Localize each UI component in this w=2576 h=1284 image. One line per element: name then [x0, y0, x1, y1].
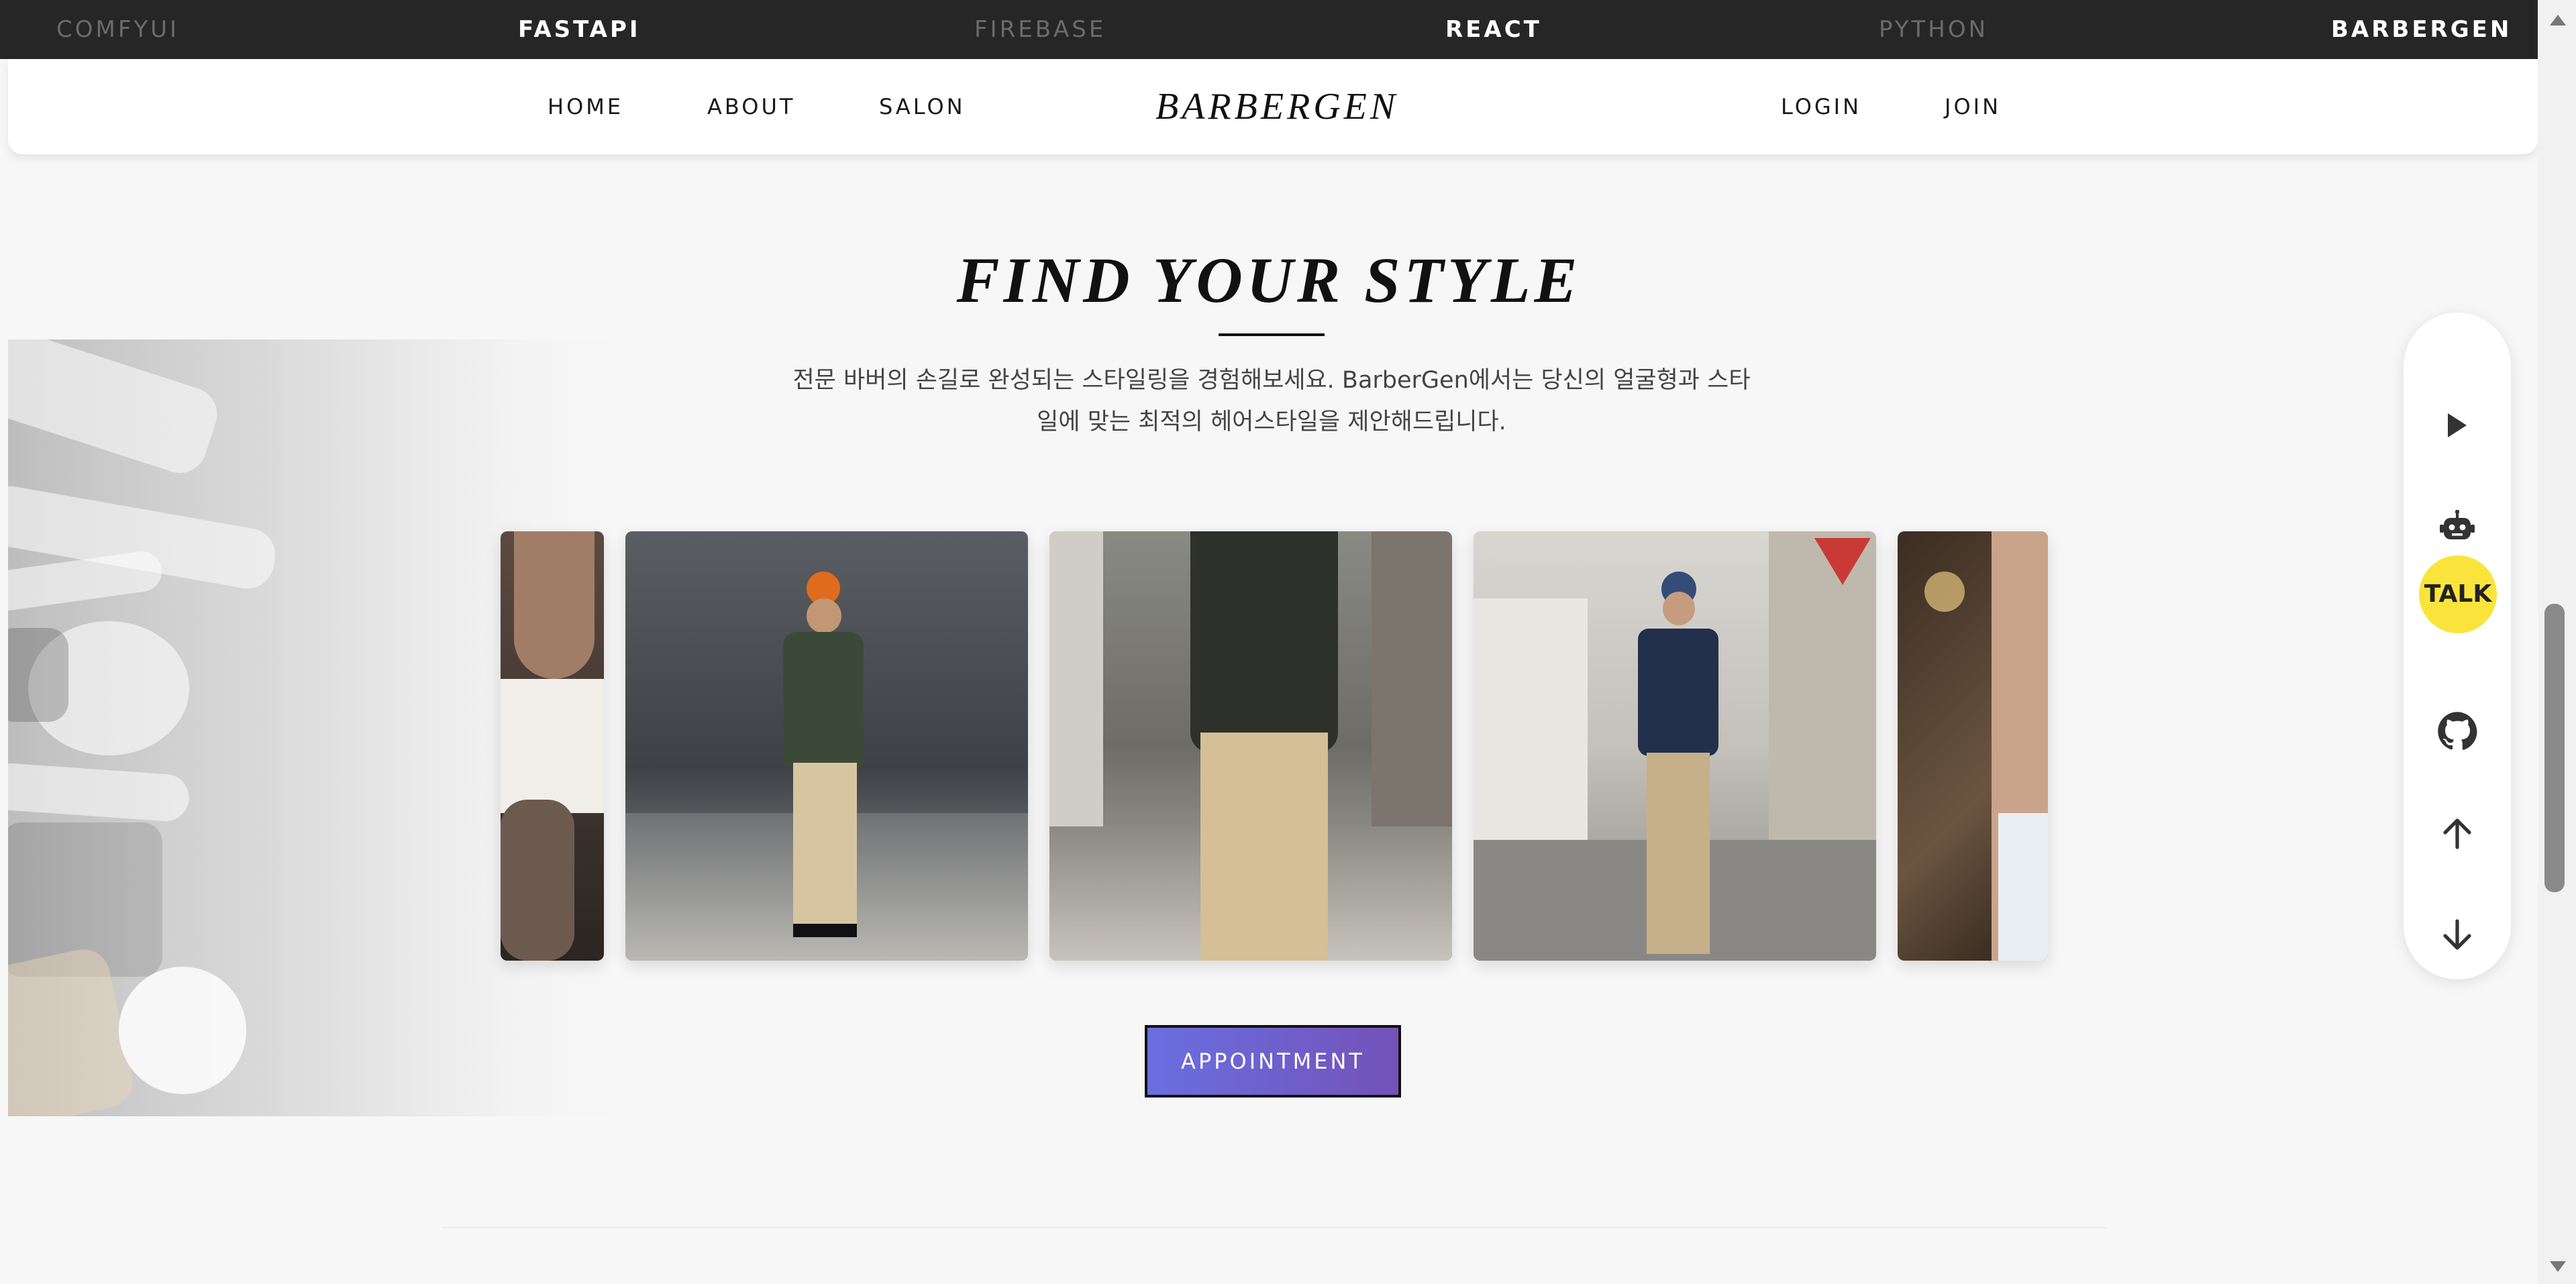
scroll-top-button[interactable] [2424, 800, 2491, 867]
github-icon [2438, 712, 2477, 750]
ticker-item-comfyui: COMFYUI [56, 16, 180, 43]
style-photo-1[interactable] [501, 531, 604, 961]
hero-description-line-2: 일에 맞는 최적의 헤어스타일을 제안해드립니다. [1037, 409, 1506, 435]
page-scrollbar[interactable] [2538, 0, 2576, 1284]
scroll-up-arrow-icon[interactable] [2550, 15, 2566, 25]
nav-home-link[interactable]: HOME [548, 59, 623, 154]
nav-salon-link[interactable]: SALON [879, 59, 966, 154]
github-button[interactable] [2424, 698, 2491, 765]
ticker-item-barbergen: BARBERGEN [2331, 16, 2512, 43]
robot-button[interactable] [2424, 494, 2491, 561]
nav-about-link[interactable]: ABOUT [707, 59, 795, 154]
ticker-item-firebase: FIREBASE [974, 16, 1106, 43]
robot-icon [2440, 510, 2475, 539]
ticker-item-python: PYTHON [1879, 16, 1989, 43]
section-divider [443, 1227, 2107, 1228]
kakao-talk-button[interactable]: TALK [2419, 555, 2497, 633]
style-photo-3[interactable] [1049, 531, 1452, 961]
style-photo-4[interactable] [1474, 531, 1876, 961]
scroll-down-arrow-icon[interactable] [2550, 1261, 2566, 1272]
ticker-item-fastapi: FASTAPI [518, 16, 641, 43]
site-logo[interactable]: BARBERGEN [1155, 59, 1398, 154]
nav-login-link[interactable]: LOGIN [1781, 59, 1861, 154]
page-title: FIND YOUR STYLE [956, 244, 1582, 316]
floating-action-panel: TALK [2404, 313, 2511, 979]
ticker-item-react: REACT [1445, 16, 1542, 43]
play-icon [2448, 413, 2467, 437]
arrow-down-icon [2443, 919, 2471, 950]
arrow-up-icon [2443, 818, 2471, 849]
nav-join-link[interactable]: JOIN [1945, 59, 2001, 154]
scroll-bottom-button[interactable] [2424, 902, 2491, 969]
title-underline [1219, 333, 1325, 336]
style-photo-5[interactable] [1898, 531, 2048, 961]
site-header: HOME ABOUT SALON BARBERGEN LOGIN JOIN [8, 59, 2538, 154]
style-photo-2[interactable] [625, 531, 1028, 961]
appointment-button[interactable]: APPOINTMENT [1145, 1025, 1401, 1098]
tech-ticker: COMFYUI FASTAPI FIREBASE REACT PYTHON BA… [0, 0, 2538, 59]
play-button[interactable] [2424, 392, 2491, 459]
style-gallery-carousel[interactable] [0, 531, 2538, 961]
hero-description-line-1: 전문 바버의 손길로 완성되는 스타일링을 경험해보세요. BarberGen에… [792, 367, 1751, 394]
hero-description: 전문 바버의 손길로 완성되는 스타일링을 경험해보세요. BarberGen에… [778, 360, 1765, 443]
scrollbar-thumb[interactable] [2544, 604, 2565, 892]
